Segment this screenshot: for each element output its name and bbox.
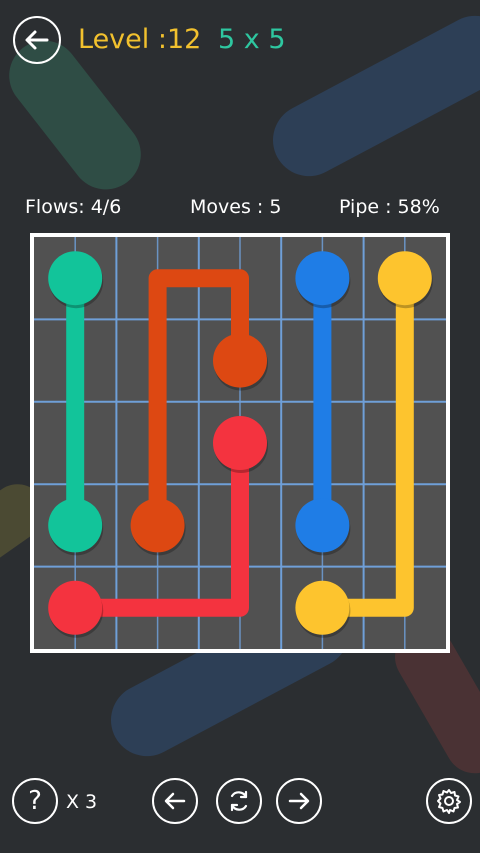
hint-button[interactable]: ? <box>12 778 58 824</box>
question-icon: ? <box>28 786 42 816</box>
board-canvas[interactable] <box>34 237 446 649</box>
arrow-right-icon <box>288 792 310 810</box>
reset-button[interactable] <box>216 778 262 824</box>
moves-counter: Moves : 5 <box>190 196 282 218</box>
gear-icon <box>437 789 461 814</box>
flow-endpoint-blue[interactable] <box>295 251 350 306</box>
flow-endpoint-red[interactable] <box>48 580 103 635</box>
previous-level-button[interactable] <box>152 778 198 824</box>
hint-count: X 3 <box>66 791 98 813</box>
refresh-icon <box>230 790 248 812</box>
flow-endpoint-blue[interactable] <box>295 498 350 553</box>
back-button[interactable] <box>13 16 61 64</box>
flow-endpoint-green[interactable] <box>48 251 103 306</box>
flows-counter: Flows: 4/6 <box>25 196 122 218</box>
game-board[interactable] <box>30 233 450 653</box>
top-bar: Level :12 5 x 5 <box>0 0 480 90</box>
flow-endpoint-yellow[interactable] <box>295 580 350 635</box>
level-label: Level :12 <box>78 24 202 55</box>
pipe-percentage: Pipe : 58% <box>339 196 440 218</box>
flow-endpoint-green[interactable] <box>48 498 103 553</box>
settings-button[interactable] <box>426 778 472 824</box>
flow-endpoint-orange[interactable] <box>213 333 267 388</box>
arrow-left-icon <box>164 792 186 810</box>
flow-endpoint-orange[interactable] <box>130 498 185 553</box>
grid-size-label: 5 x 5 <box>218 24 286 55</box>
arrow-left-icon <box>25 30 49 50</box>
flow-endpoint-yellow[interactable] <box>377 251 432 306</box>
flow-endpoint-red[interactable] <box>213 416 267 470</box>
next-level-button[interactable] <box>276 778 322 824</box>
